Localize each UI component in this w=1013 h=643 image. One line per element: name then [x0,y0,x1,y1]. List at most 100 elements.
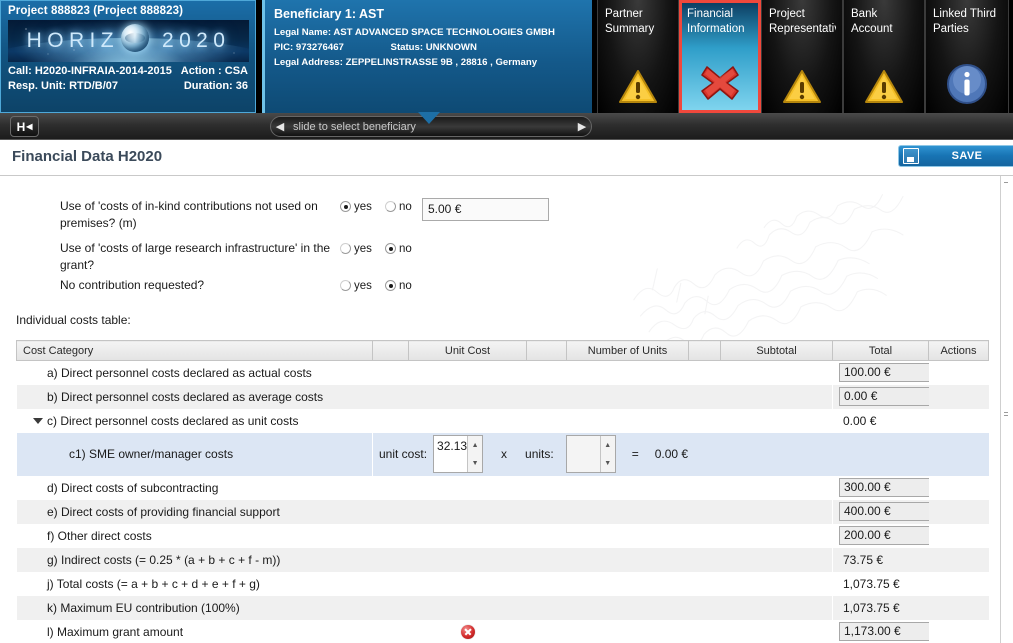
tab-bank-account-line2: Account [851,23,893,35]
unit-cost-label: unit cost: [379,447,428,461]
row-a-category: a) Direct personnel costs declared as ac… [16,360,833,385]
project-info-panel: Project 888823 (Project 888823) HORIZ N … [0,0,256,113]
tab-financial-information-line2: Information [687,23,745,35]
row-d-actions [928,475,989,500]
row-f-category: f) Other direct costs [16,523,833,548]
radio-in-kind-no-dot [385,201,396,212]
radio-no-contribution-yes[interactable]: yes [340,278,372,292]
save-disk-icon [903,148,919,164]
units-stepper-buttons[interactable]: ▲ ▼ [599,436,615,472]
table-row: k) Maximum EU contribution (100%) 1,073.… [16,595,989,620]
units-spin-down[interactable]: ▼ [601,454,615,472]
row-c1-controls: unit cost: 32.13 € ▲ ▼ x units: [372,432,929,476]
form-label-no-contribution: No contribution requested? [60,278,205,292]
radio-large-infra-yes-label: yes [354,243,372,255]
radio-large-infra-yes[interactable]: yes [340,241,372,255]
equals-symbol: = [631,447,639,461]
radio-in-kind-yes-label: yes [354,201,372,213]
col-number-of-units: Number of Units [566,340,689,361]
row-l-error-cell [408,619,527,643]
table-row: l) Maximum grant amount 1,173.00 € [16,619,989,643]
table-row: b) Direct personnel costs declared as av… [16,384,989,409]
row-c-total-value: 0.00 € [843,413,877,428]
radio-large-infra-no[interactable]: no [385,241,412,255]
form-label-large-infrastructure: Use of 'costs of large research infrastr… [60,241,331,272]
row-k-category: k) Maximum EU contribution (100%) [16,595,833,620]
tab-bank-account[interactable]: Bank Account [843,0,925,113]
unit-cost-calculator: unit cost: 32.13 € ▲ ▼ x units: [379,435,922,473]
tab-financial-information[interactable]: Financial Information [679,0,761,113]
units-value[interactable] [566,436,600,472]
units-stepper[interactable]: ▲ ▼ [565,435,616,473]
units-spin-up[interactable]: ▲ [601,436,615,454]
row-j-category: j) Total costs (= a + b + c + d + e + f … [16,571,833,596]
expand-triangle-icon[interactable] [33,417,43,424]
row-j-total-cell: 1,073.75 € [832,571,929,596]
horizon-2020-logo: HORIZ N 2020 [8,20,249,62]
warning-triangle-icon [598,69,678,105]
row-d-category: d) Direct costs of subcontracting [16,475,833,500]
row-g-total-value: 73.75 € [843,552,884,567]
row-l-actions [928,619,989,643]
beneficiary-legal-name: Legal Name: AST ADVANCED SPACE TECHNOLOG… [274,27,555,38]
form-row-no-contribution: No contribution requested? yes no [0,277,1004,312]
warning-triangle-icon [844,69,924,105]
table-row: c) Direct personnel costs declared as un… [16,408,989,433]
col-spacer-2 [526,340,567,361]
error-cross-icon [682,62,758,102]
home-back-button[interactable]: H ◀ [10,116,39,137]
row-c-category: c) Direct personnel costs declared as un… [16,408,833,433]
unit-cost-stepper-buttons[interactable]: ▲ ▼ [467,436,483,472]
radio-in-kind-yes[interactable]: yes [340,199,372,213]
individual-costs-table: Cost Category Unit Cost Number of Units … [16,340,989,643]
project-call-row: Call: H2020-INFRAIA-2014-2015 Action : C… [8,65,248,77]
col-cost-category: Cost Category [16,340,373,361]
project-call: Call: H2020-INFRAIA-2014-2015 [8,65,172,77]
row-e-actions [928,499,989,524]
beneficiary-pic-status-row: PIC: 973276467 Status: UNKNOWN [274,40,583,55]
row-j-total-value: 1,073.75 € [843,576,900,591]
row-a-total-cell: 100.00 € [832,360,945,385]
home-back-label: H [16,119,26,134]
page-title-bar: Financial Data H2020 [0,140,1013,176]
radio-no-contribution-yes-dot [340,280,351,291]
in-kind-amount-input[interactable]: 5.00 € [422,198,549,221]
row-l-spacer [372,619,409,643]
tab-project-representative[interactable]: Project Representativ [761,0,843,113]
unit-cost-value[interactable]: 32.13 € [434,436,467,472]
tab-linked-third-parties[interactable]: Linked Third Parties [925,0,1009,113]
slider-left-arrow-icon[interactable]: ◀ [271,120,289,133]
slider-right-arrow-icon[interactable]: ▶ [573,120,591,133]
row-l-total-cell: 1,173.00 € [832,619,945,643]
project-action: Action : CSA [180,65,248,77]
project-resp-unit: Resp. Unit: RTD/B/07 [8,80,119,92]
col-spacer-1 [372,340,409,361]
radio-in-kind-yes-dot [340,201,351,212]
row-g-category: g) Indirect costs (= 0.25 * (a + b + c +… [16,547,833,572]
warning-triangle-icon [762,69,842,105]
unit-cost-spin-up[interactable]: ▲ [468,436,482,454]
table-row: g) Indirect costs (= 0.25 * (a + b + c +… [16,547,989,572]
page-scrollbar[interactable] [1000,176,1013,643]
form-row-in-kind: Use of 'costs of in-kind contributions n… [0,198,1004,240]
row-e-total-cell: 400.00 € [832,499,945,524]
row-j-actions [928,571,989,596]
row-g-actions [928,547,989,572]
save-button[interactable]: SAVE [898,145,1013,167]
unit-cost-spin-down[interactable]: ▼ [468,454,482,472]
project-unit-row: Resp. Unit: RTD/B/07 Duration: 36 [8,80,248,92]
page-title: Financial Data H2020 [12,148,163,165]
radio-no-contribution-no[interactable]: no [385,278,412,292]
table-header-row: Cost Category Unit Cost Number of Units … [16,340,989,361]
unit-cost-stepper[interactable]: 32.13 € ▲ ▼ [433,435,484,473]
row-f-actions [928,523,989,548]
radio-in-kind-no[interactable]: no [385,199,412,213]
table-row: j) Total costs (= a + b + c + d + e + f … [16,571,989,596]
scrollbar-tick [1004,182,1008,183]
tab-partner-summary[interactable]: Partner Summary [597,0,679,113]
row-c-actions [928,408,989,433]
save-button-label: SAVE [951,150,983,162]
row-c-category-label: c) Direct personnel costs declared as un… [47,413,299,428]
col-actions: Actions [928,340,989,361]
col-spacer-3 [688,340,721,361]
